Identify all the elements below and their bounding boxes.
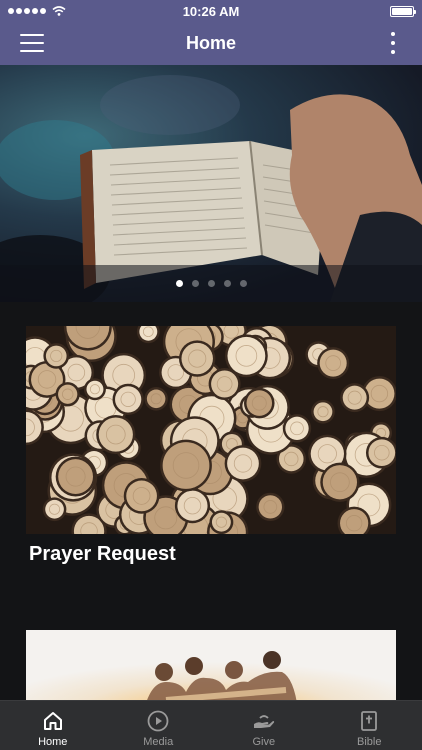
slide-dot[interactable]	[175, 280, 183, 287]
slide-dot[interactable]	[207, 280, 215, 287]
slide-indicator	[0, 280, 422, 287]
battery-icon	[390, 6, 416, 17]
slide-dot[interactable]	[191, 280, 199, 287]
tab-bible[interactable]: Bible	[317, 701, 422, 750]
community-card-image[interactable]	[26, 630, 396, 710]
prayer-request-title[interactable]: Prayer Request	[29, 543, 176, 566]
tab-label: Give	[252, 736, 276, 748]
tab-give[interactable]: Give	[211, 701, 317, 750]
tab-label: Bible	[357, 736, 382, 748]
more-vertical-icon[interactable]	[390, 32, 396, 54]
hamburger-menu-icon[interactable]	[20, 34, 44, 52]
bible-icon	[361, 711, 378, 731]
slide-dot[interactable]	[223, 280, 231, 287]
prayer-request-card-image[interactable]	[26, 326, 396, 534]
home-icon	[43, 712, 62, 730]
nav-bar: Home	[0, 22, 422, 65]
play-circle-icon	[147, 710, 169, 732]
tab-label: Home	[38, 736, 68, 748]
page-title: Home	[185, 33, 236, 53]
tab-home[interactable]: Home	[0, 701, 106, 750]
giving-hands-icon	[253, 715, 274, 728]
status-bar: 10:26 AM	[0, 0, 422, 22]
tab-label: Media	[143, 736, 174, 748]
signal-strength-icon	[8, 8, 46, 14]
hero-bible-image	[0, 75, 422, 302]
hero-slider[interactable]	[0, 65, 422, 302]
tab-media[interactable]: Media	[106, 701, 212, 750]
people-sunset-image	[26, 630, 396, 710]
slide-dot[interactable]	[239, 280, 247, 287]
logs-image	[26, 326, 396, 534]
tab-bar: Home Media Give Bible	[0, 700, 422, 750]
wifi-icon	[52, 6, 66, 16]
